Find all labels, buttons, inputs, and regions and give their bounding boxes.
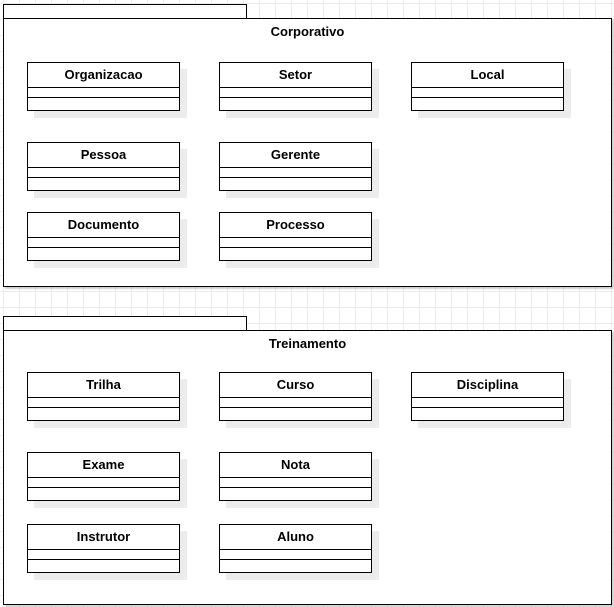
class-operations — [28, 248, 179, 260]
class-organizacao[interactable]: Organizacao — [27, 62, 180, 111]
class-operations — [220, 560, 371, 572]
class-attributes — [28, 398, 179, 408]
class-operations — [28, 488, 179, 500]
class-attributes — [220, 550, 371, 560]
class-setor[interactable]: Setor — [219, 62, 372, 111]
class-gerente[interactable]: Gerente — [219, 142, 372, 191]
class-name: Exame — [28, 453, 179, 478]
class-name: Trilha — [28, 373, 179, 398]
class-nota[interactable]: Nota — [219, 452, 372, 501]
class-attributes — [412, 398, 563, 408]
class-pessoa[interactable]: Pessoa — [27, 142, 180, 191]
class-attributes — [220, 398, 371, 408]
class-operations — [220, 488, 371, 500]
class-processo[interactable]: Processo — [219, 212, 372, 261]
package-corporativo-tab[interactable] — [3, 4, 247, 19]
class-disciplina[interactable]: Disciplina — [411, 372, 564, 421]
class-attributes — [412, 88, 563, 98]
class-name: Instrutor — [28, 525, 179, 550]
class-local[interactable]: Local — [411, 62, 564, 111]
class-exame[interactable]: Exame — [27, 452, 180, 501]
class-operations — [28, 560, 179, 572]
class-name: Disciplina — [412, 373, 563, 398]
class-operations — [28, 408, 179, 420]
class-name: Organizacao — [28, 63, 179, 88]
class-attributes — [28, 238, 179, 248]
class-operations — [412, 408, 563, 420]
class-attributes — [220, 478, 371, 488]
class-name: Aluno — [220, 525, 371, 550]
class-instrutor[interactable]: Instrutor — [27, 524, 180, 573]
class-operations — [220, 98, 371, 110]
class-curso[interactable]: Curso — [219, 372, 372, 421]
class-aluno[interactable]: Aluno — [219, 524, 372, 573]
class-attributes — [28, 168, 179, 178]
class-name: Pessoa — [28, 143, 179, 168]
class-documento[interactable]: Documento — [27, 212, 180, 261]
class-operations — [220, 408, 371, 420]
class-attributes — [28, 550, 179, 560]
class-trilha[interactable]: Trilha — [27, 372, 180, 421]
package-title: Treinamento — [268, 336, 347, 351]
class-attributes — [220, 168, 371, 178]
class-operations — [220, 178, 371, 190]
class-name: Local — [412, 63, 563, 88]
class-attributes — [220, 238, 371, 248]
class-operations — [28, 178, 179, 190]
class-operations — [412, 98, 563, 110]
class-attributes — [220, 88, 371, 98]
package-title: Corporativo — [270, 24, 345, 39]
class-operations — [220, 248, 371, 260]
package-treinamento-tab[interactable] — [3, 316, 247, 331]
class-operations — [28, 98, 179, 110]
class-name: Setor — [220, 63, 371, 88]
class-attributes — [28, 478, 179, 488]
class-name: Curso — [220, 373, 371, 398]
class-name: Processo — [220, 213, 371, 238]
class-name: Documento — [28, 213, 179, 238]
class-name: Gerente — [220, 143, 371, 168]
class-attributes — [28, 88, 179, 98]
class-name: Nota — [220, 453, 371, 478]
